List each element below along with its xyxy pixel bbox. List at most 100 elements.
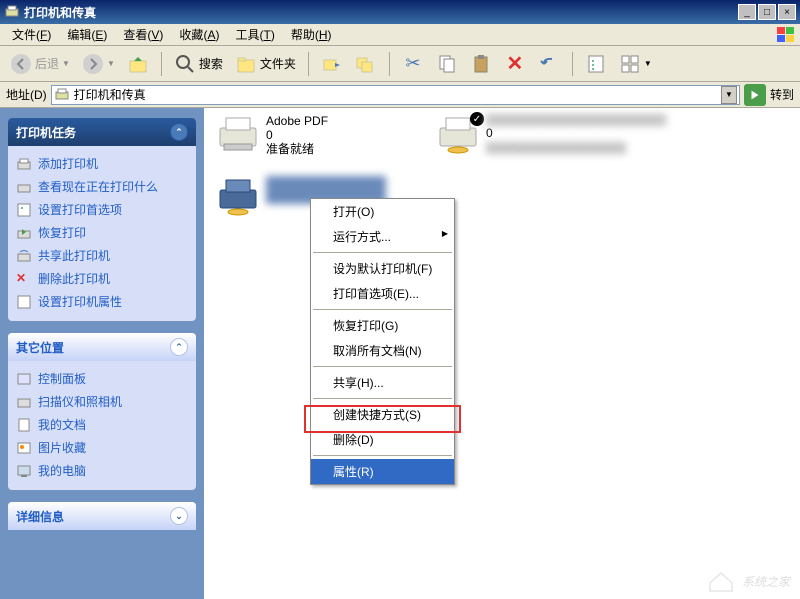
- printer-fax-icon: [54, 87, 70, 103]
- preferences-icon: [16, 202, 32, 218]
- ctx-cancel-all[interactable]: 取消所有文档(N): [311, 338, 454, 363]
- link-scanners[interactable]: 扫描仪和照相机: [16, 390, 188, 413]
- chevron-down-icon: ▼: [107, 59, 115, 68]
- copy-to-icon: [355, 53, 377, 75]
- network-printer-icon: [214, 176, 262, 216]
- menu-view[interactable]: 查看(V): [115, 23, 171, 46]
- minimize-button[interactable]: _: [738, 4, 756, 20]
- link-documents[interactable]: 我的文档: [16, 413, 188, 436]
- menu-edit[interactable]: 编辑(E): [59, 23, 115, 46]
- printer-add-icon: [16, 156, 32, 172]
- copy-icon: [436, 53, 458, 75]
- views-button[interactable]: ▼: [615, 51, 656, 77]
- ctx-shortcut[interactable]: 创建快捷方式(S): [311, 402, 454, 427]
- menu-favorites[interactable]: 收藏(A): [171, 23, 227, 46]
- scanner-icon: [16, 394, 32, 410]
- printer-jobs: 0: [486, 126, 666, 140]
- separator: [389, 52, 390, 76]
- cut-button[interactable]: ✂: [398, 51, 428, 77]
- printer-item-network[interactable]: ✓ 0: [434, 114, 666, 154]
- task-delete[interactable]: ✕删除此打印机: [16, 267, 188, 290]
- task-resume[interactable]: 恢复打印: [16, 221, 188, 244]
- link-computer[interactable]: 我的电脑: [16, 459, 188, 482]
- ctx-share[interactable]: 共享(H)...: [311, 370, 454, 395]
- printer-name: Adobe PDF: [266, 114, 328, 128]
- search-button[interactable]: 搜索: [170, 51, 227, 77]
- watermark: 系统之家: [706, 569, 790, 593]
- ctx-preferences[interactable]: 打印首选项(E)...: [311, 281, 454, 306]
- other-places-header[interactable]: 其它位置 ⌃: [8, 333, 196, 361]
- folders-button[interactable]: 文件夹: [231, 51, 300, 77]
- delete-button[interactable]: ✕: [500, 51, 530, 77]
- separator: [313, 366, 452, 367]
- menubar: 文件(F) 编辑(E) 查看(V) 收藏(A) 工具(T) 帮助(H): [0, 24, 800, 46]
- house-icon: [706, 569, 736, 593]
- task-properties[interactable]: 设置打印机属性: [16, 290, 188, 313]
- ctx-properties[interactable]: 属性(R): [311, 459, 454, 484]
- printer-item-adobe-pdf[interactable]: Adobe PDF 0 准备就绪: [214, 114, 328, 156]
- separator: [161, 52, 162, 76]
- menu-file[interactable]: 文件(F): [4, 23, 59, 46]
- printer-tasks-header[interactable]: 打印机任务 ⌃: [8, 118, 196, 146]
- maximize-button[interactable]: □: [758, 4, 776, 20]
- other-places-panel: 其它位置 ⌃ 控制面板 扫描仪和照相机 我的文档 图片收藏 我的电脑: [8, 333, 196, 490]
- separator: [313, 309, 452, 310]
- control-panel-icon: [16, 371, 32, 387]
- move-to-button[interactable]: [317, 51, 347, 77]
- address-value: 打印机和传真: [74, 86, 721, 103]
- ctx-resume[interactable]: 恢复打印(G): [311, 313, 454, 338]
- task-share[interactable]: 共享此打印机: [16, 244, 188, 267]
- ctx-set-default[interactable]: 设为默认打印机(F): [311, 256, 454, 281]
- task-see-printing[interactable]: 查看现在正在打印什么: [16, 175, 188, 198]
- window-title: 打印机和传真: [24, 4, 736, 21]
- chevron-down-icon: ▼: [62, 59, 70, 68]
- menu-help[interactable]: 帮助(H): [283, 23, 340, 46]
- go-button[interactable]: [744, 84, 766, 106]
- folders-icon: [235, 53, 257, 75]
- address-dropdown-button[interactable]: ▼: [721, 86, 737, 104]
- forward-button[interactable]: ▼: [78, 51, 119, 77]
- back-button[interactable]: 后退 ▼: [6, 51, 74, 77]
- copy-button[interactable]: [432, 51, 462, 77]
- ctx-open[interactable]: 打开(O): [311, 199, 454, 224]
- pictures-icon: [16, 440, 32, 456]
- task-preferences[interactable]: 设置打印首选项: [16, 198, 188, 221]
- printer-status: 准备就绪: [266, 142, 328, 156]
- delete-x-icon: ✕: [504, 53, 526, 75]
- details-panel: 详细信息 ⌄: [8, 502, 196, 530]
- documents-icon: [16, 417, 32, 433]
- task-add-printer[interactable]: 添加打印机: [16, 152, 188, 175]
- context-menu: 打开(O) 运行方式...▶ 设为默认打印机(F) 打印首选项(E)... 恢复…: [310, 198, 455, 485]
- up-button[interactable]: [123, 51, 153, 77]
- search-icon: [174, 53, 196, 75]
- folder-up-icon: [127, 53, 149, 75]
- resume-icon: [16, 225, 32, 241]
- go-label: 转到: [770, 86, 794, 103]
- properties-icon: [585, 53, 607, 75]
- share-icon: [16, 248, 32, 264]
- link-control-panel[interactable]: 控制面板: [16, 367, 188, 390]
- link-pictures[interactable]: 图片收藏: [16, 436, 188, 459]
- address-input[interactable]: 打印机和传真 ▼: [51, 85, 740, 105]
- menu-tools[interactable]: 工具(T): [227, 23, 282, 46]
- undo-button[interactable]: [534, 51, 564, 77]
- separator: [308, 52, 309, 76]
- printer-jobs: 0: [266, 128, 328, 142]
- forward-arrow-icon: [82, 53, 104, 75]
- details-header[interactable]: 详细信息 ⌄: [8, 502, 196, 530]
- ctx-runas[interactable]: 运行方式...▶: [311, 224, 454, 249]
- properties-button[interactable]: [581, 51, 611, 77]
- ctx-delete[interactable]: 删除(D): [311, 427, 454, 452]
- undo-icon: [538, 53, 560, 75]
- expand-icon: ⌄: [170, 507, 188, 525]
- copy-to-button[interactable]: [351, 51, 381, 77]
- titlebar: 打印机和传真 _ □ ×: [0, 0, 800, 24]
- close-button[interactable]: ×: [778, 4, 796, 20]
- printer-status-redacted: [486, 142, 626, 154]
- clipboard-icon: [470, 53, 492, 75]
- printer-icon: [16, 179, 32, 195]
- printer-list: Adobe PDF 0 准备就绪 ✓ 0 打开(O) 运行方式...▶: [204, 108, 800, 599]
- computer-icon: [16, 463, 32, 479]
- paste-button[interactable]: [466, 51, 496, 77]
- delete-icon: ✕: [16, 271, 32, 287]
